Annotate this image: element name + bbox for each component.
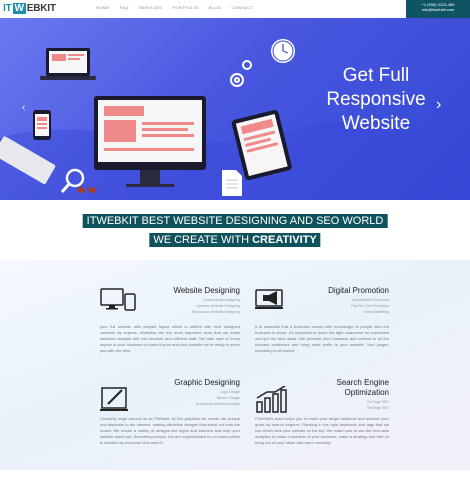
contact-email[interactable]: info@itwebkit.com	[410, 7, 466, 12]
next-slide-arrow[interactable]: ›	[436, 96, 441, 114]
service-sub: Pay Per Click Promotion	[351, 304, 389, 308]
phone-icon	[33, 110, 51, 140]
service-seo[interactable]: Search Engine Optimization On-Page SEO O…	[255, 378, 389, 478]
service-title: Search Engine Optimization	[337, 378, 389, 398]
nav-faq[interactable]: FAQ	[120, 5, 129, 10]
service-sub: Social Media Promotion	[352, 298, 389, 302]
hero-slider: ‹ Get Full Responsive Website ›	[0, 18, 470, 200]
hero-title-line: Get Full	[342, 65, 410, 86]
service-graphic-designing[interactable]: Graphic Designing Logo Design Banner Des…	[100, 378, 240, 478]
service-sub: Banner Design	[216, 396, 240, 400]
nav-contact[interactable]: CONTACT	[232, 5, 254, 10]
service-sub: On-Page SEO	[366, 400, 389, 404]
nav-services[interactable]: SERVICES	[139, 5, 162, 10]
tagline-line-2: WE CREATE WITH CREATIVITY	[149, 233, 321, 247]
service-description: It is essential that a business comes wi…	[255, 324, 389, 353]
service-website-designing[interactable]: Website Designing Social Media Designing…	[100, 286, 240, 386]
gear-icon	[230, 60, 252, 87]
service-digital-promotion[interactable]: Digital Promotion Social Media Promotion…	[255, 286, 389, 386]
megaphone-icon	[255, 289, 283, 309]
service-description: your full website with elegant layout wh…	[100, 324, 240, 353]
tagline-banner: ITWEBKIT BEST WEBSITE DESIGNING AND SEO …	[0, 200, 470, 260]
design-tablet-icon	[100, 387, 128, 411]
services-section: Website Designing Social Media Designing…	[0, 260, 470, 470]
tagline-line-1: ITWEBKIT BEST WEBSITE DESIGNING AND SEO …	[82, 214, 388, 228]
tagline-bold: CREATIVITY	[252, 234, 317, 246]
logo[interactable]: IT W EBKIT	[3, 3, 56, 14]
service-sub: Email Marketing	[363, 310, 389, 314]
nav-blog[interactable]: BLOG	[209, 5, 222, 10]
service-sub: Social Media Designing	[203, 298, 240, 302]
document-icon	[222, 170, 242, 196]
hero-title-line: Website	[341, 113, 411, 134]
logo-part-3: EBKIT	[26, 3, 56, 14]
hero-title-line: Responsive	[326, 89, 426, 110]
clock-icon	[271, 39, 295, 63]
devices-icon	[100, 288, 136, 311]
service-title: Website Designing	[173, 286, 240, 295]
service-title: Graphic Designing	[174, 378, 240, 387]
service-description: Creativity sage around us at ITWebkit, s…	[100, 416, 240, 445]
service-description: ITWebkit's team helps you to reach your …	[255, 416, 389, 445]
service-sub: Responsive Website Designing	[191, 310, 240, 314]
main-nav: HOME FAQ SERVICES PORTFOLIO BLOG CONTACT	[96, 5, 253, 10]
service-sub: Logo Design	[220, 390, 240, 394]
tagline-prefix: WE CREATE WITH	[153, 234, 253, 246]
service-sub: Dynamic Website Designing	[196, 304, 240, 308]
service-title-line: Optimization	[344, 388, 389, 397]
nav-home[interactable]: HOME	[96, 5, 110, 10]
hero-title: Get Full Responsive Website	[320, 64, 432, 136]
logo-part-1: IT	[3, 3, 12, 14]
nav-portfolio[interactable]: PORTFOLIO	[172, 5, 199, 10]
prev-slide-arrow[interactable]: ‹	[22, 102, 25, 113]
bar-chart-icon	[256, 386, 287, 413]
service-sub: Brochure/Letterhead Design	[196, 402, 240, 406]
header: IT W EBKIT HOME FAQ SERVICES PORTFOLIO BLO…	[0, 0, 470, 18]
laptop-icon	[40, 48, 96, 80]
contact-box: +1 (555) 0123-456 info@itwebkit.com	[406, 0, 470, 18]
logo-part-2: W	[12, 3, 26, 14]
service-sub: Off-Page SEO	[366, 406, 389, 410]
service-title: Digital Promotion	[328, 286, 389, 295]
service-title-line: Search Engine	[336, 378, 389, 387]
